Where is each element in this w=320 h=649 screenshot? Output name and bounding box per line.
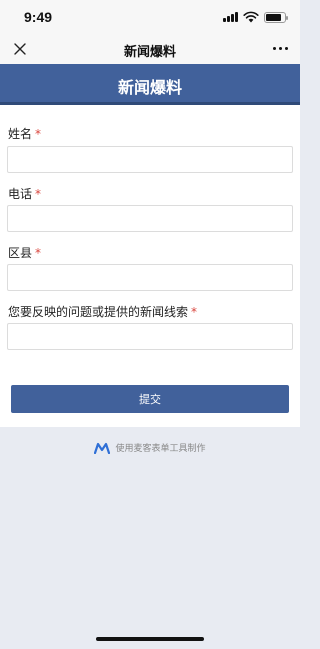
footer: 使用麦客表单工具制作 <box>0 441 300 454</box>
nav-bar: 新闻爆料 <box>0 34 300 64</box>
news-tip-field-label: 您要反映的问题或提供的新闻线索 * <box>8 303 197 320</box>
required-mark: * <box>35 187 42 201</box>
nav-title: 新闻爆料 <box>123 45 176 60</box>
form-banner: 新闻爆料 <box>0 64 300 105</box>
maike-logo-icon[interactable] <box>94 442 111 454</box>
home-indicator <box>96 637 204 641</box>
form-card: 姓名 * 电话 * 区县 * 您要反映的问题或提供的新闻线索 * 提交 <box>0 105 300 427</box>
footer-text[interactable]: 使用麦客表单工具制作 <box>115 441 205 454</box>
wifi-icon <box>243 11 259 23</box>
signal-icon <box>223 12 238 22</box>
name-field-label: 姓名 * <box>8 125 41 142</box>
phone-label-text: 电话 <box>8 187 33 201</box>
district-label-text: 区县 <box>8 246 33 260</box>
submit-button[interactable]: 提交 <box>11 385 289 413</box>
status-time: 9:49 <box>24 9 53 25</box>
battery-icon <box>264 11 288 23</box>
banner-title: 新闻爆料 <box>117 78 182 97</box>
required-mark: * <box>191 305 198 319</box>
required-mark: * <box>35 246 42 260</box>
phone-input[interactable] <box>7 205 293 232</box>
news-tip-input[interactable] <box>7 323 293 350</box>
district-field-label: 区县 * <box>8 244 41 261</box>
phone-field-label: 电话 * <box>8 185 41 202</box>
name-label-text: 姓名 <box>8 127 33 141</box>
status-bar: 9:49 <box>0 0 300 34</box>
required-mark: * <box>35 127 42 141</box>
more-icon[interactable] <box>273 47 288 50</box>
status-icons <box>223 11 288 23</box>
name-input[interactable] <box>7 146 293 173</box>
district-input[interactable] <box>7 264 293 291</box>
news-tip-label-text: 您要反映的问题或提供的新闻线索 <box>8 305 189 319</box>
